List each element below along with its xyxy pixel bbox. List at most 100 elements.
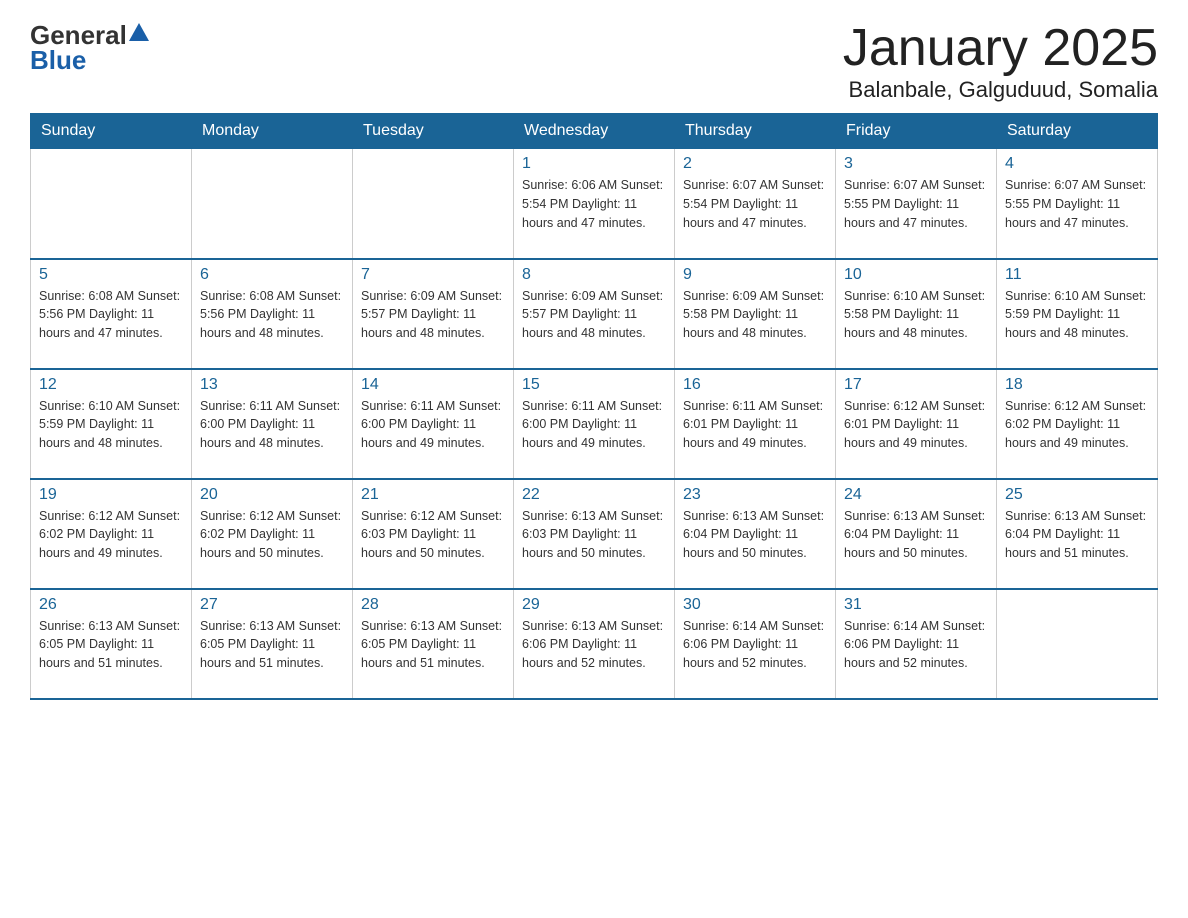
calendar-cell [997, 589, 1158, 699]
calendar-cell [192, 149, 353, 259]
calendar-cell: 4Sunrise: 6:07 AM Sunset: 5:55 PM Daylig… [997, 149, 1158, 259]
calendar-cell: 31 Sunrise: 6:14 AM Sunset: 6:06 PM Dayli… [836, 589, 997, 699]
calendar-cell: 5 Sunrise: 6:08 AM Sunset: 5:56 PM Daylig… [31, 259, 192, 369]
calendar-cell [353, 149, 514, 259]
logo: General Blue [30, 20, 149, 76]
day-info: Sunrise: 6:10 AM Sunset: 5:58 PM Dayligh… [844, 287, 988, 343]
day-info: Sunrise: 6:10 AM Sunset: 5:59 PM Dayligh… [1005, 287, 1149, 343]
calendar-week-row: 5 Sunrise: 6:08 AM Sunset: 5:56 PM Daylig… [31, 259, 1158, 369]
calendar-cell: 3 Sunrise: 6:07 AM Sunset: 5:55 PM Daylig… [836, 149, 997, 259]
day-info: Sunrise: 6:12 AM Sunset: 6:02 PM Dayligh… [200, 507, 344, 563]
col-header-wednesday: Wednesday [514, 114, 675, 149]
day-number: 28 [361, 596, 505, 614]
day-info: Sunrise: 6:07 AM Sunset: 5:55 PM Dayligh… [1005, 176, 1149, 232]
calendar-cell: 6 Sunrise: 6:08 AM Sunset: 5:56 PM Daylig… [192, 259, 353, 369]
calendar-cell: 9 Sunrise: 6:09 AM Sunset: 5:58 PM Daylig… [675, 259, 836, 369]
day-number: 26 [39, 596, 183, 614]
day-number: 13 [200, 376, 344, 394]
col-header-monday: Monday [192, 114, 353, 149]
day-number: 20 [200, 486, 344, 504]
day-number: 23 [683, 486, 827, 504]
day-number: 10 [844, 266, 988, 284]
calendar-cell: 27Sunrise: 6:13 AM Sunset: 6:05 PM Dayli… [192, 589, 353, 699]
calendar-header-row: SundayMondayTuesdayWednesdayThursdayFrid… [31, 114, 1158, 149]
day-info: Sunrise: 6:08 AM Sunset: 5:56 PM Dayligh… [200, 287, 344, 343]
calendar-cell: 2Sunrise: 6:07 AM Sunset: 5:54 PM Daylig… [675, 149, 836, 259]
day-info: Sunrise: 6:14 AM Sunset: 6:06 PM Dayligh… [844, 617, 988, 673]
day-info: Sunrise: 6:11 AM Sunset: 6:00 PM Dayligh… [522, 397, 666, 453]
day-info: Sunrise: 6:12 AM Sunset: 6:01 PM Dayligh… [844, 397, 988, 453]
day-number: 9 [683, 266, 827, 284]
month-title: January 2025 [843, 20, 1158, 77]
page-header: General Blue January 2025 Balanbale, Gal… [30, 20, 1158, 103]
day-number: 16 [683, 376, 827, 394]
calendar-cell: 26 Sunrise: 6:13 AM Sunset: 6:05 PM Dayli… [31, 589, 192, 699]
day-number: 22 [522, 486, 666, 504]
col-header-tuesday: Tuesday [353, 114, 514, 149]
day-info: Sunrise: 6:11 AM Sunset: 6:00 PM Dayligh… [200, 397, 344, 453]
day-number: 30 [683, 596, 827, 614]
day-number: 6 [200, 266, 344, 284]
day-number: 5 [39, 266, 183, 284]
day-info: Sunrise: 6:10 AM Sunset: 5:59 PM Dayligh… [39, 397, 183, 453]
day-number: 21 [361, 486, 505, 504]
day-number: 14 [361, 376, 505, 394]
day-number: 7 [361, 266, 505, 284]
calendar-cell: 22 Sunrise: 6:13 AM Sunset: 6:03 PM Dayli… [514, 479, 675, 589]
day-info: Sunrise: 6:09 AM Sunset: 5:58 PM Dayligh… [683, 287, 827, 343]
day-info: Sunrise: 6:11 AM Sunset: 6:00 PM Dayligh… [361, 397, 505, 453]
calendar-cell: 18 Sunrise: 6:12 AM Sunset: 6:02 PM Dayli… [997, 369, 1158, 479]
day-number: 12 [39, 376, 183, 394]
day-number: 1 [522, 155, 666, 173]
title-block: January 2025 Balanbale, Galguduud, Somal… [843, 20, 1158, 103]
col-header-sunday: Sunday [31, 114, 192, 149]
day-info: Sunrise: 6:13 AM Sunset: 6:04 PM Dayligh… [844, 507, 988, 563]
col-header-thursday: Thursday [675, 114, 836, 149]
day-info: Sunrise: 6:14 AM Sunset: 6:06 PM Dayligh… [683, 617, 827, 673]
day-info: Sunrise: 6:08 AM Sunset: 5:56 PM Dayligh… [39, 287, 183, 343]
calendar-cell: 21 Sunrise: 6:12 AM Sunset: 6:03 PM Dayli… [353, 479, 514, 589]
calendar-cell: 28 Sunrise: 6:13 AM Sunset: 6:05 PM Dayli… [353, 589, 514, 699]
logo-triangle-icon [129, 23, 149, 41]
day-info: Sunrise: 6:06 AM Sunset: 5:54 PM Dayligh… [522, 176, 666, 232]
day-number: 8 [522, 266, 666, 284]
day-info: Sunrise: 6:13 AM Sunset: 6:06 PM Dayligh… [522, 617, 666, 673]
day-info: Sunrise: 6:13 AM Sunset: 6:03 PM Dayligh… [522, 507, 666, 563]
calendar-cell: 1 Sunrise: 6:06 AM Sunset: 5:54 PM Daylig… [514, 149, 675, 259]
day-info: Sunrise: 6:12 AM Sunset: 6:03 PM Dayligh… [361, 507, 505, 563]
day-info: Sunrise: 6:13 AM Sunset: 6:04 PM Dayligh… [683, 507, 827, 563]
day-number: 15 [522, 376, 666, 394]
calendar-cell: 15 Sunrise: 6:11 AM Sunset: 6:00 PM Dayli… [514, 369, 675, 479]
day-number: 11 [1005, 266, 1149, 284]
calendar-week-row: 19Sunrise: 6:12 AM Sunset: 6:02 PM Dayli… [31, 479, 1158, 589]
calendar-cell: 13 Sunrise: 6:11 AM Sunset: 6:00 PM Dayli… [192, 369, 353, 479]
day-number: 3 [844, 155, 988, 173]
day-number: 29 [522, 596, 666, 614]
day-info: Sunrise: 6:11 AM Sunset: 6:01 PM Dayligh… [683, 397, 827, 453]
day-info: Sunrise: 6:12 AM Sunset: 6:02 PM Dayligh… [1005, 397, 1149, 453]
col-header-saturday: Saturday [997, 114, 1158, 149]
calendar-cell: 24Sunrise: 6:13 AM Sunset: 6:04 PM Dayli… [836, 479, 997, 589]
calendar-cell: 29 Sunrise: 6:13 AM Sunset: 6:06 PM Dayli… [514, 589, 675, 699]
calendar-week-row: 1 Sunrise: 6:06 AM Sunset: 5:54 PM Daylig… [31, 149, 1158, 259]
day-info: Sunrise: 6:13 AM Sunset: 6:04 PM Dayligh… [1005, 507, 1149, 563]
calendar-week-row: 26 Sunrise: 6:13 AM Sunset: 6:05 PM Dayli… [31, 589, 1158, 699]
calendar-cell: 14 Sunrise: 6:11 AM Sunset: 6:00 PM Dayli… [353, 369, 514, 479]
day-info: Sunrise: 6:07 AM Sunset: 5:55 PM Dayligh… [844, 176, 988, 232]
calendar-cell: 8Sunrise: 6:09 AM Sunset: 5:57 PM Daylig… [514, 259, 675, 369]
calendar-cell: 11 Sunrise: 6:10 AM Sunset: 5:59 PM Dayli… [997, 259, 1158, 369]
day-info: Sunrise: 6:07 AM Sunset: 5:54 PM Dayligh… [683, 176, 827, 232]
location-title: Balanbale, Galguduud, Somalia [843, 77, 1158, 103]
calendar-week-row: 12 Sunrise: 6:10 AM Sunset: 5:59 PM Dayli… [31, 369, 1158, 479]
calendar-cell: 25Sunrise: 6:13 AM Sunset: 6:04 PM Dayli… [997, 479, 1158, 589]
calendar-cell [31, 149, 192, 259]
calendar-cell: 12 Sunrise: 6:10 AM Sunset: 5:59 PM Dayli… [31, 369, 192, 479]
day-number: 18 [1005, 376, 1149, 394]
day-number: 31 [844, 596, 988, 614]
calendar-cell: 30 Sunrise: 6:14 AM Sunset: 6:06 PM Dayli… [675, 589, 836, 699]
day-info: Sunrise: 6:12 AM Sunset: 6:02 PM Dayligh… [39, 507, 183, 563]
day-info: Sunrise: 6:13 AM Sunset: 6:05 PM Dayligh… [39, 617, 183, 673]
logo-blue-text: Blue [30, 45, 149, 76]
calendar-table: SundayMondayTuesdayWednesdayThursdayFrid… [30, 113, 1158, 700]
day-info: Sunrise: 6:13 AM Sunset: 6:05 PM Dayligh… [361, 617, 505, 673]
